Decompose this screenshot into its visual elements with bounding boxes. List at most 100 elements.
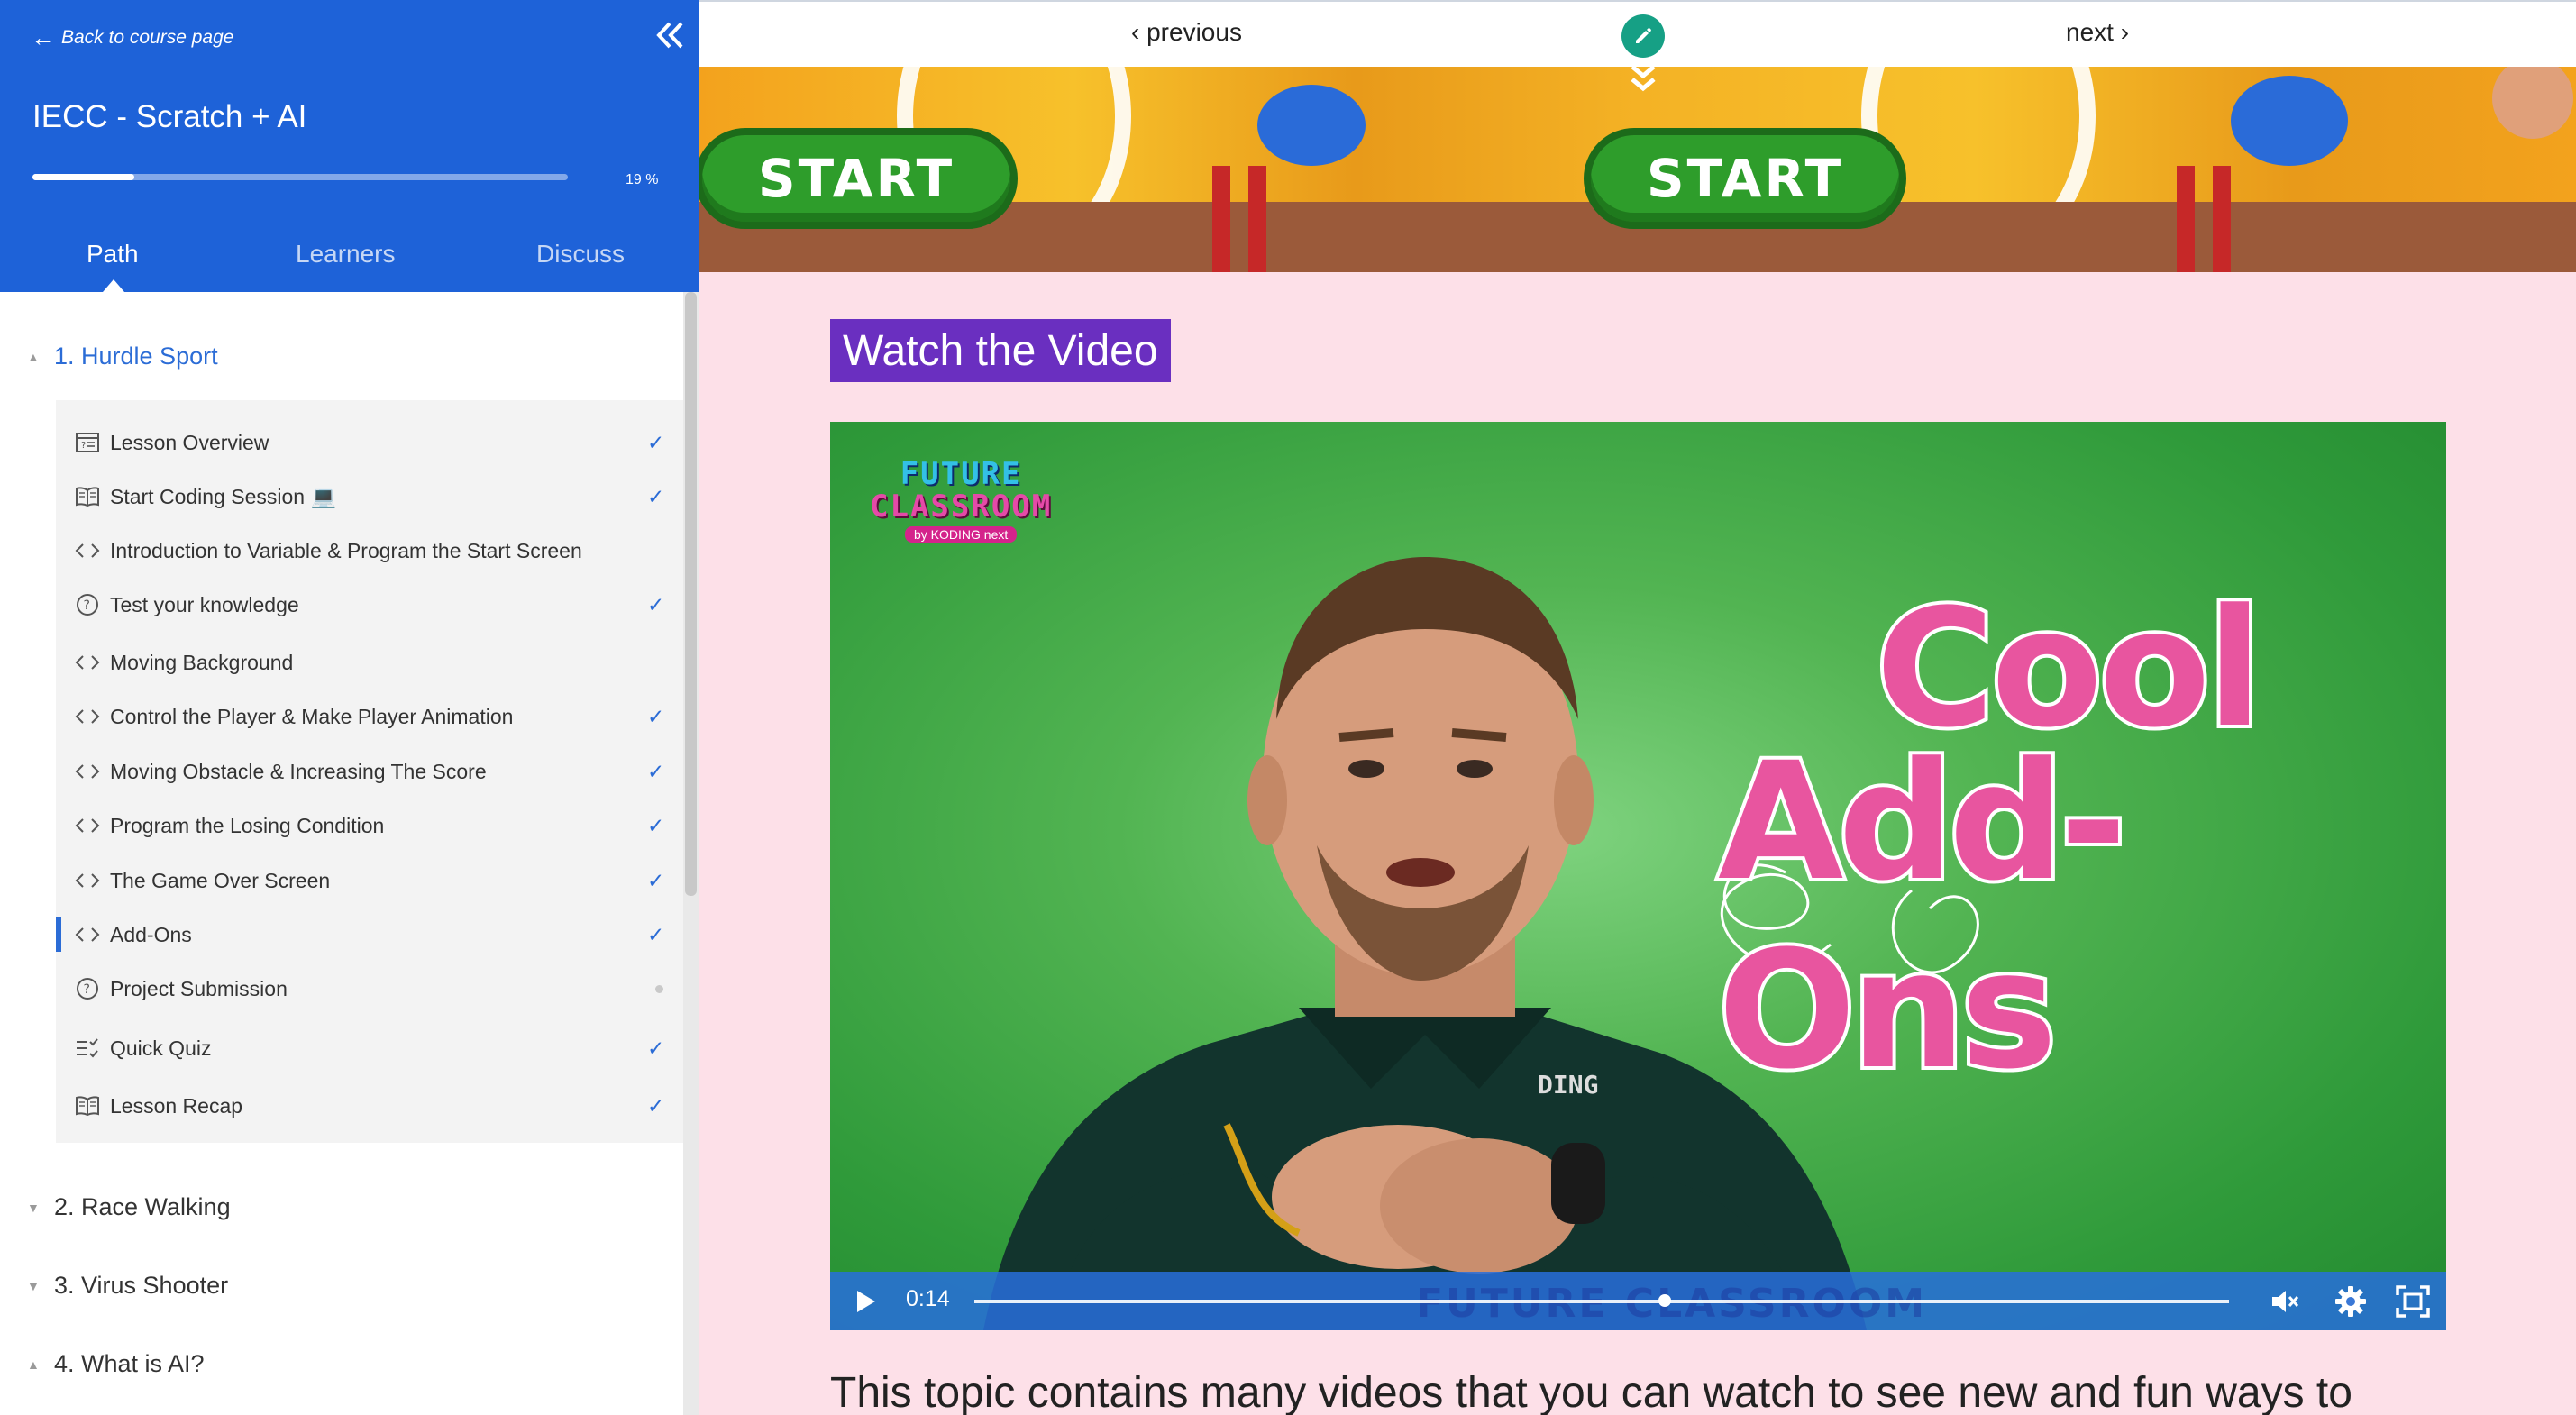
lesson-item-start-coding[interactable]: Start Coding Session 💻 ✓ — [56, 472, 683, 521]
lesson-list: ? Lesson Overview ✓ Start Coding Session… — [56, 400, 683, 1143]
code-icon — [74, 537, 101, 564]
course-progress-percent: 19 % — [626, 172, 659, 187]
lesson-label: Quick Quiz — [110, 1036, 212, 1060]
video-seek-handle[interactable] — [1658, 1294, 1671, 1307]
tab-discuss[interactable]: Discuss — [536, 240, 625, 269]
lesson-label: Project Submission — [110, 976, 288, 1000]
lesson-item-moving-obstacle[interactable]: Moving Obstacle & Increasing The Score ✓ — [56, 747, 683, 796]
check-icon: ✓ — [647, 1093, 665, 1118]
section-virus-shooter[interactable]: ▼ 3. Virus Shooter — [27, 1272, 228, 1300]
code-icon — [74, 921, 101, 948]
lesson-item-intro-variable[interactable]: Introduction to Variable & Program the S… — [56, 526, 683, 575]
svg-text:?: ? — [84, 982, 90, 997]
mute-icon[interactable] — [2270, 1286, 2300, 1317]
section-race-walking[interactable]: ▼ 2. Race Walking — [27, 1193, 231, 1221]
video-title-add-ons: Add-Ons — [1714, 725, 2131, 1109]
lesson-label: Program the Losing Condition — [110, 813, 385, 837]
lesson-navigation-bar: ‹ previous next › — [699, 0, 2576, 67]
video-current-time: 0:14 — [906, 1286, 950, 1311]
course-path-list: ▲ 1. Hurdle Sport ? Lesson Overview ✓ St… — [0, 292, 699, 1415]
lesson-label: Test your knowledge — [110, 592, 299, 616]
lesson-item-add-ons[interactable]: Add-Ons ✓ — [56, 910, 683, 959]
sidebar-tabs: Path Learners Discuss — [0, 233, 699, 292]
lesson-label: Introduction to Variable & Program the S… — [110, 538, 582, 562]
lesson-item-lesson-recap[interactable]: Lesson Recap ✓ — [56, 1082, 683, 1130]
lesson-item-quick-quiz[interactable]: Quick Quiz ✓ — [56, 1024, 683, 1073]
check-icon: ✓ — [647, 430, 665, 454]
hurdle-post — [1212, 166, 1230, 272]
course-title: IECC - Scratch + AI — [32, 99, 307, 134]
lesson-label: Start Coding Session 💻 — [110, 484, 337, 508]
section-label: 4. What is AI? — [54, 1350, 205, 1377]
lesson-label: Add-Ons — [110, 922, 192, 946]
question-icon: ? — [74, 975, 101, 1002]
code-icon — [74, 649, 101, 676]
active-tab-indicator — [103, 279, 124, 292]
lesson-content: START START ‹ previous next › Watch the … — [699, 0, 2576, 1415]
tab-path[interactable]: Path — [87, 240, 139, 269]
back-to-course-link[interactable]: ← Back to course page — [31, 25, 233, 50]
pencil-icon — [1636, 28, 1651, 43]
svg-text:?: ? — [81, 441, 86, 451]
play-icon[interactable] — [852, 1288, 879, 1315]
banner-start-graphic: START — [699, 128, 1018, 229]
lesson-item-control-player[interactable]: Control the Player & Make Player Animati… — [56, 692, 683, 741]
triangle-down-icon: ▼ — [27, 1278, 40, 1293]
chevron-right-icon: › — [2120, 18, 2130, 46]
section-heading: Watch the Video — [830, 319, 1171, 382]
course-sidebar: ← Back to course page IECC - Scratch + A… — [0, 0, 699, 1415]
section-hurdle-sport[interactable]: ▲ 1. Hurdle Sport — [27, 342, 218, 370]
lesson-item-test-knowledge[interactable]: ? Test your knowledge ✓ — [56, 580, 683, 629]
tab-learners[interactable]: Learners — [296, 240, 396, 269]
triangle-down-icon: ▼ — [27, 1200, 40, 1215]
lesson-item-overview[interactable]: ? Lesson Overview ✓ — [56, 418, 683, 467]
lesson-item-game-over[interactable]: The Game Over Screen ✓ — [56, 856, 683, 905]
section-label: 2. Race Walking — [54, 1193, 231, 1220]
runner-figure — [2492, 67, 2573, 139]
svg-text:DING: DING — [1538, 1070, 1598, 1100]
video-seek-bar[interactable] — [974, 1300, 2229, 1303]
course-progress-bar — [32, 174, 568, 180]
arrow-left-icon: ← — [31, 23, 56, 51]
code-icon — [74, 812, 101, 839]
lesson-label: Control the Player & Make Player Animati… — [110, 704, 514, 728]
pending-dot-icon — [655, 985, 663, 993]
hurdle-post — [1248, 166, 1266, 272]
previous-lesson-button[interactable]: ‹ previous — [1131, 18, 1242, 47]
lesson-label: The Game Over Screen — [110, 868, 331, 892]
code-icon — [74, 758, 101, 785]
lesson-label: Moving Obstacle & Increasing The Score — [110, 759, 487, 783]
settings-gear-icon[interactable] — [2334, 1284, 2368, 1319]
lesson-label: Lesson Overview — [110, 430, 269, 454]
lesson-body-text: This topic contains many videos that you… — [830, 1369, 2352, 1415]
fullscreen-icon[interactable] — [2395, 1284, 2431, 1319]
check-icon: ✓ — [647, 759, 665, 783]
lesson-item-project-submission[interactable]: ? Project Submission — [56, 964, 683, 1013]
lesson-label: Moving Background — [110, 650, 294, 674]
section-what-is-ai[interactable]: ▲ 4. What is AI? — [27, 1350, 205, 1378]
svg-text:?: ? — [84, 598, 90, 613]
video-controls: FUTURE CLASSROOM 0:14 — [830, 1272, 2446, 1330]
check-icon: ✓ — [647, 592, 665, 616]
check-icon: ✓ — [647, 868, 665, 892]
question-icon: ? — [74, 591, 101, 618]
quiz-icon — [74, 1035, 101, 1062]
lesson-label: Lesson Recap — [110, 1093, 243, 1118]
previous-label: previous — [1146, 18, 1242, 46]
collapse-sidebar-button[interactable] — [651, 16, 689, 54]
back-link-label: Back to course page — [61, 27, 234, 48]
current-lesson-indicator — [56, 917, 61, 952]
double-chevron-down-icon[interactable] — [1627, 63, 1659, 96]
runner-figure — [1257, 85, 1366, 166]
next-label: next — [2066, 18, 2114, 46]
triangle-up-icon: ▲ — [27, 1356, 40, 1372]
video-player[interactable]: FUTURE CLASSROOM by KODING next DING Coo… — [830, 422, 2446, 1330]
check-icon: ✓ — [647, 1036, 665, 1060]
next-lesson-button[interactable]: next › — [2066, 18, 2129, 47]
hurdle-post — [2213, 166, 2231, 272]
sidebar-scrollbar-thumb[interactable] — [685, 292, 697, 896]
edit-button[interactable] — [1621, 14, 1665, 58]
check-icon: ✓ — [647, 704, 665, 728]
lesson-item-moving-background[interactable]: Moving Background — [56, 638, 683, 687]
lesson-item-losing-condition[interactable]: Program the Losing Condition ✓ — [56, 801, 683, 850]
